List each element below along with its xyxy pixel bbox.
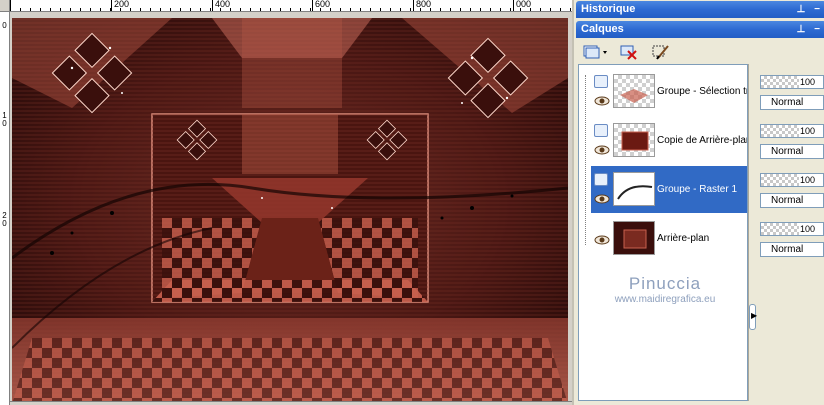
watermark: Pinuccia www.maidiregrafica.eu bbox=[590, 274, 740, 306]
canvas-area: 200 400 600 800 000 0 1 0 2 0 bbox=[0, 0, 572, 405]
historique-title: Historique bbox=[581, 3, 636, 15]
opacity-fill bbox=[761, 223, 799, 235]
delete-layer-button[interactable] bbox=[618, 41, 640, 61]
opacity-fill bbox=[761, 174, 799, 186]
group-expand-icon[interactable] bbox=[594, 75, 608, 88]
visibility-eye-icon[interactable] bbox=[594, 145, 610, 155]
artwork-image bbox=[12, 18, 568, 404]
ruler-label: 600 bbox=[315, 0, 331, 9]
pin-icon[interactable]: ⊥ bbox=[796, 24, 806, 35]
ruler-ticks bbox=[10, 0, 571, 11]
layer-row[interactable]: Copie de Arrière-plan bbox=[591, 117, 747, 164]
paint-shop-pro-window: 200 400 600 800 000 0 1 0 2 0 Historique… bbox=[0, 0, 824, 405]
historique-panel-titlebar[interactable]: Historique ⊥ − bbox=[576, 1, 824, 18]
layer-thumbnail bbox=[613, 74, 655, 108]
layer-properties: 100 Normal bbox=[758, 165, 824, 212]
group-expand-icon[interactable] bbox=[594, 173, 608, 186]
visibility-eye-icon[interactable] bbox=[594, 235, 610, 245]
watermark-url: www.maidiregrafica.eu bbox=[614, 294, 716, 305]
canvas-scroll-edge bbox=[10, 401, 572, 405]
opacity-slider[interactable]: 100 bbox=[760, 75, 824, 89]
panel-splitter[interactable]: ▶ bbox=[748, 64, 758, 401]
edit-layer-button[interactable] bbox=[650, 41, 672, 61]
ruler-label: 0 bbox=[2, 21, 7, 30]
opacity-slider[interactable]: 100 bbox=[760, 222, 824, 236]
chevron-right-icon: ▶ bbox=[751, 311, 758, 320]
layer-properties: 100 Normal bbox=[758, 214, 824, 261]
calques-title: Calques bbox=[581, 23, 624, 35]
edit-brush-icon bbox=[652, 45, 669, 60]
ruler-label: 400 bbox=[215, 0, 231, 9]
minimize-icon[interactable]: − bbox=[812, 4, 822, 15]
blend-mode-select[interactable]: Normal bbox=[760, 193, 824, 208]
blend-mode-select[interactable]: Normal bbox=[760, 144, 824, 159]
opacity-value: 100 bbox=[799, 126, 815, 136]
layer-thumbnail bbox=[613, 172, 655, 206]
opacity-fill bbox=[761, 125, 799, 137]
layer-properties: 100 Normal bbox=[758, 67, 824, 114]
layer-properties: 100 Normal bbox=[758, 116, 824, 163]
layer-name: Groupe - Sélection tra bbox=[657, 86, 747, 97]
ruler-label: 0 bbox=[2, 119, 7, 128]
visibility-eye-icon[interactable] bbox=[594, 194, 610, 204]
opacity-slider[interactable]: 100 bbox=[760, 173, 824, 187]
artwork-canvas[interactable] bbox=[12, 18, 568, 404]
pin-icon[interactable]: ⊥ bbox=[796, 4, 806, 15]
layer-row[interactable]: Groupe - Sélection tra bbox=[591, 68, 747, 115]
ruler-label: 0 bbox=[2, 219, 7, 228]
layer-name: Groupe - Raster 1 bbox=[657, 184, 738, 195]
vertical-ruler: 0 1 0 2 0 bbox=[0, 12, 10, 405]
layers-toolbar bbox=[576, 39, 824, 63]
layer-name: Arrière-plan bbox=[657, 233, 710, 244]
blend-mode-select[interactable]: Normal bbox=[760, 242, 824, 257]
new-layer-button[interactable] bbox=[580, 41, 610, 61]
layer-row-selected[interactable]: Groupe - Raster 1 bbox=[591, 166, 747, 213]
opacity-value: 100 bbox=[799, 175, 815, 185]
ruler-label: 800 bbox=[416, 0, 432, 9]
calques-panel-titlebar[interactable]: Calques ⊥ − bbox=[576, 21, 824, 38]
layer-row[interactable]: Arrière-plan bbox=[591, 215, 747, 262]
opacity-value: 100 bbox=[799, 77, 815, 87]
tree-connector bbox=[585, 75, 586, 245]
blend-mode-select[interactable]: Normal bbox=[760, 95, 824, 110]
ruler-corner bbox=[0, 0, 10, 12]
layers-list: Groupe - Sélection tra Copie de Arrière-… bbox=[578, 64, 748, 401]
layer-thumbnail bbox=[613, 123, 655, 157]
opacity-slider[interactable]: 100 bbox=[760, 124, 824, 138]
splitter-handle[interactable]: ▶ bbox=[749, 304, 758, 330]
horizontal-ruler: 200 400 600 800 000 bbox=[10, 0, 572, 12]
layer-name: Copie de Arrière-plan bbox=[657, 135, 747, 146]
opacity-fill bbox=[761, 76, 799, 88]
visibility-eye-icon[interactable] bbox=[594, 96, 610, 106]
new-layer-icon bbox=[583, 45, 607, 59]
delete-layer-icon bbox=[620, 45, 637, 60]
watermark-name: Pinuccia bbox=[628, 274, 702, 293]
ruler-label: 000 bbox=[516, 0, 532, 9]
opacity-value: 100 bbox=[799, 224, 815, 234]
layer-type-icon bbox=[594, 124, 608, 137]
layer-thumbnail bbox=[613, 221, 655, 255]
ruler-label: 200 bbox=[114, 0, 130, 9]
layer-properties-column: 100 Normal 100 Normal 100 Normal 100 Nor… bbox=[758, 64, 824, 401]
minimize-icon[interactable]: − bbox=[812, 24, 822, 35]
